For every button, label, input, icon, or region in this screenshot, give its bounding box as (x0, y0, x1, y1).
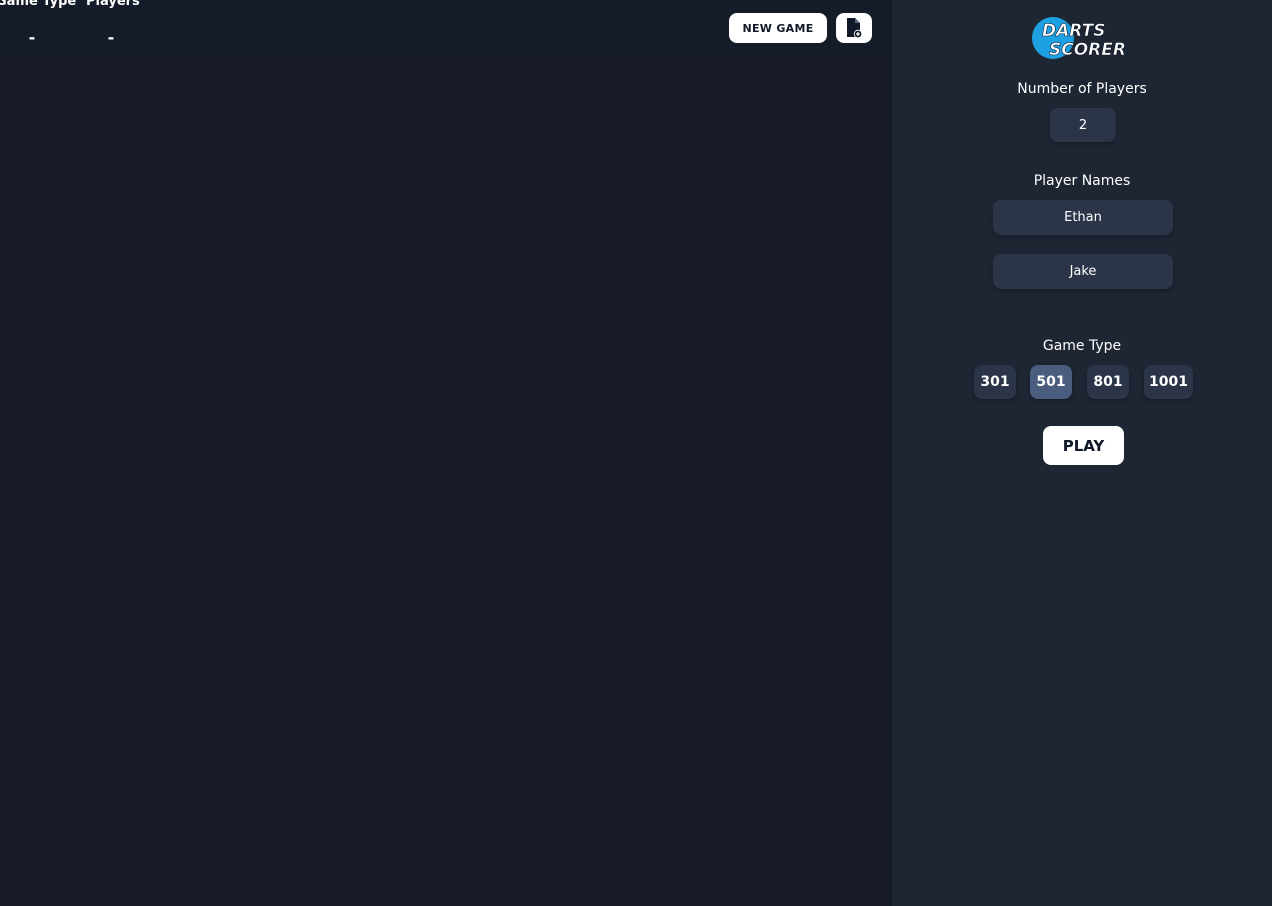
app-root: Game Type - Players - NEW GAME DARTS SCO… (0, 0, 1272, 906)
number-of-players-input[interactable] (1050, 108, 1116, 142)
darts-scorer-logo: DARTS SCORER (1032, 15, 1136, 63)
game-type-801-button[interactable]: 801 (1087, 365, 1129, 399)
players-stat: Players - (86, 0, 140, 48)
game-type-label: Game Type (1042, 338, 1122, 354)
new-game-button[interactable]: NEW GAME (729, 13, 827, 43)
number-of-players-label: Number of Players (1017, 81, 1147, 97)
setup-sidebar: DARTS SCORER Number of Players Player Na… (892, 0, 1272, 906)
players-stat-value: - (107, 28, 115, 47)
player-names-label: Player Names (1033, 173, 1131, 189)
game-type-stat-value: - (28, 28, 36, 47)
top-bar: Game Type - Players - NEW GAME (0, 0, 892, 58)
game-type-stat-label: Game Type (0, 0, 77, 9)
play-button[interactable]: PLAY (1043, 426, 1124, 465)
player-name-input-1[interactable] (993, 200, 1173, 235)
game-type-1001-button[interactable]: 1001 (1144, 365, 1193, 399)
game-type-501-button[interactable]: 501 (1030, 365, 1072, 399)
main-area: Game Type - Players - NEW GAME (0, 0, 892, 906)
logo-text-darts: DARTS (1042, 21, 1105, 41)
player-name-input-2[interactable] (993, 254, 1173, 289)
file-add-button[interactable] (836, 13, 872, 43)
logo-text-scorer: SCORER (1049, 40, 1126, 60)
players-stat-label: Players (86, 0, 140, 9)
game-type-stat: Game Type - (0, 0, 77, 48)
game-type-301-button[interactable]: 301 (974, 365, 1016, 399)
file-add-icon (845, 17, 863, 39)
